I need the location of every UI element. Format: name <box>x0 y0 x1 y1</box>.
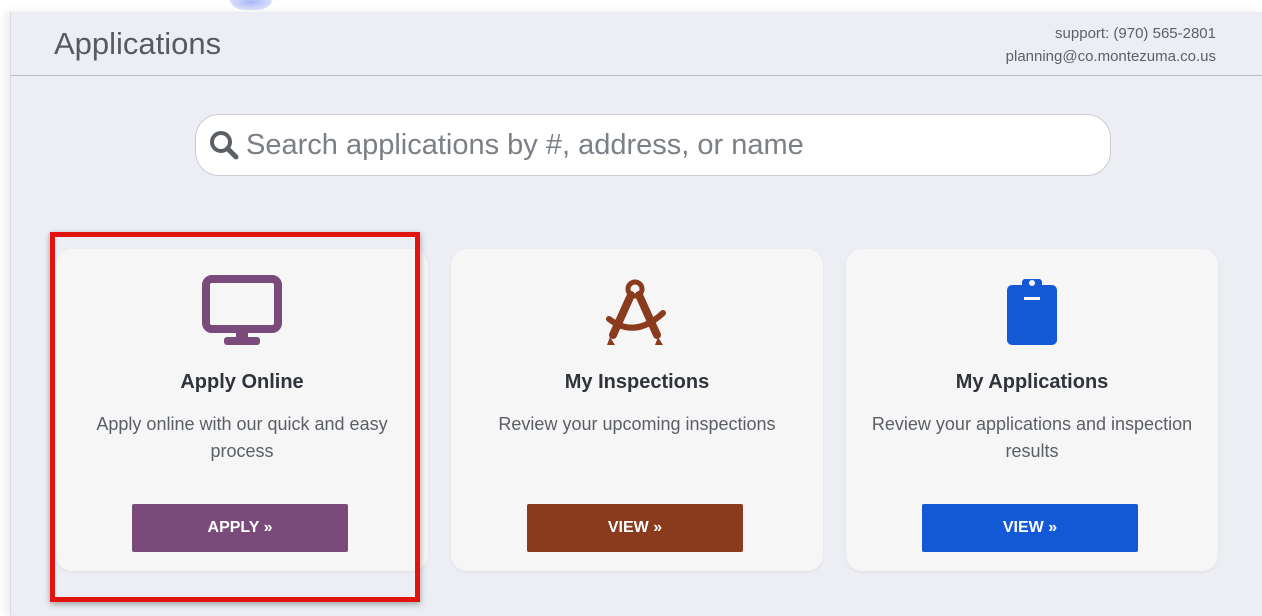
applications-panel: Applications support: (970) 565-2801 pla… <box>10 12 1262 616</box>
card-title: My Applications <box>955 371 1109 393</box>
header: Applications support: (970) 565-2801 pla… <box>11 12 1262 76</box>
page-title: Applications <box>54 26 222 61</box>
monitor-icon <box>56 275 428 347</box>
card-title: My Inspections <box>564 371 710 393</box>
clipboard-icon <box>846 275 1218 347</box>
view-applications-button[interactable]: VIEW » <box>922 504 1138 552</box>
support-phone: support: (970) 565-2801 <box>1055 25 1216 42</box>
card-description: Review your upcoming inspections <box>498 414 776 434</box>
card-title: Apply Online <box>180 371 304 393</box>
my-inspections-card: My Inspections Review your upcoming insp… <box>451 249 823 571</box>
card-description: Apply online with our quick and easy pro… <box>96 414 388 461</box>
apply-online-card: Apply Online Apply online with our quick… <box>56 249 428 571</box>
top-strip <box>0 0 1262 12</box>
search-icon <box>208 129 240 161</box>
apply-button[interactable]: APPLY » <box>132 504 348 552</box>
decorative-blob <box>228 0 274 10</box>
card-description: Review your applications and inspection … <box>871 414 1193 461</box>
support-email: planning@co.montezuma.co.us <box>1005 48 1216 65</box>
drafting-compass-icon <box>451 275 823 347</box>
search-bar[interactable] <box>195 114 1111 176</box>
view-inspections-button[interactable]: VIEW » <box>527 504 743 552</box>
search-input[interactable] <box>246 128 1086 162</box>
my-applications-card: My Applications Review your applications… <box>846 249 1218 571</box>
support-contact: support: (970) 565-2801 planning@co.mont… <box>1006 22 1216 68</box>
